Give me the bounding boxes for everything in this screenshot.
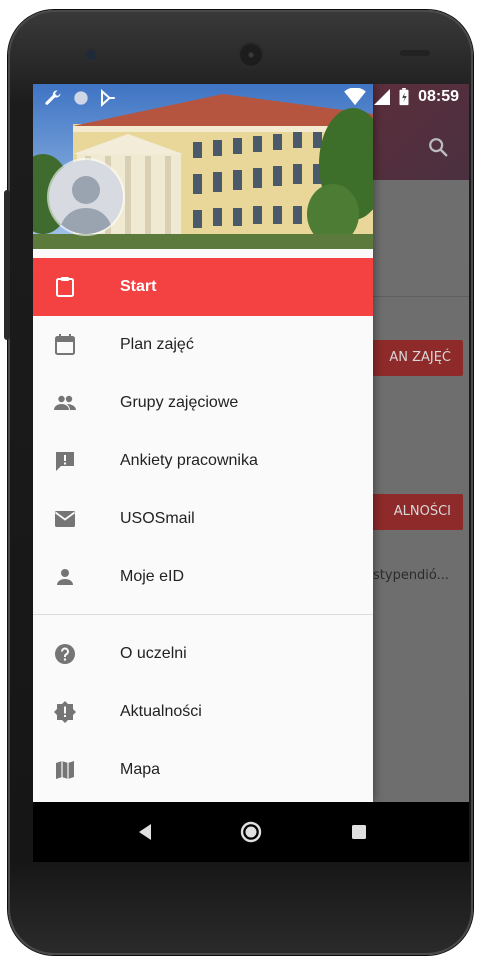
clock: 08:59	[418, 88, 459, 105]
clipboard-icon	[56, 277, 74, 297]
feedback-icon	[56, 452, 74, 471]
drawer-item-moje-eid[interactable]: Moje eID	[33, 548, 373, 606]
drawer-item-label: Mapa	[120, 761, 161, 778]
phone-frame: AN ZAJĘĆ ALNOŚCI stypendió... 08:59 Star…	[0, 0, 481, 963]
drawer-item-label: Moje eID	[120, 568, 185, 585]
circle-icon	[74, 91, 88, 105]
drawer-item-ankiety-pracownika[interactable]: Ankiety pracownika	[33, 432, 373, 490]
help-icon	[55, 644, 75, 664]
drawer-item-label: O uczelni	[120, 645, 187, 662]
drawer-item-usosmail[interactable]: USOSmail	[33, 490, 373, 548]
recents-icon[interactable]	[347, 820, 371, 844]
drawer-item-aktualnosci[interactable]: Aktualności	[33, 683, 373, 741]
drawer-item-label: Grupy zajęciowe	[120, 394, 239, 411]
calendar-icon	[55, 334, 75, 355]
drawer-item-grupy-zajeciowe[interactable]: Grupy zajęciowe	[33, 374, 373, 432]
drawer-item-label: Plan zajęć	[120, 336, 194, 353]
drawer-item-label: USOSmail	[120, 510, 195, 527]
drawer-item-label: Aktualności	[120, 703, 202, 720]
proximity-sensor	[400, 50, 430, 56]
drawer-item-start[interactable]: Start	[33, 258, 373, 316]
screen: AN ZAJĘĆ ALNOŚCI stypendió... 08:59 Star…	[33, 84, 469, 862]
drawer-item-label: Ankiety pracownika	[120, 452, 258, 469]
home-icon[interactable]	[239, 820, 263, 844]
system-navigation-bar	[33, 802, 469, 862]
drawer-item-plan-zajec[interactable]: Plan zajęć	[33, 316, 373, 374]
side-button	[4, 190, 10, 340]
avatar[interactable]	[49, 160, 123, 234]
map-icon	[56, 761, 74, 779]
front-camera	[86, 50, 96, 60]
wifi-icon	[344, 88, 366, 106]
drawer-divider	[33, 614, 373, 615]
back-icon[interactable]	[133, 820, 157, 844]
battery-icon	[399, 88, 409, 106]
announcement-icon	[54, 701, 76, 723]
person-icon	[57, 569, 73, 585]
download-icon	[101, 89, 115, 107]
search-icon[interactable]	[427, 136, 449, 158]
drawer-menu: Start Plan zajęć Grupy zajęciowe Ankiety…	[33, 258, 373, 799]
earpiece-speaker	[240, 44, 262, 66]
wrench-icon	[45, 90, 61, 105]
drawer-item-mapa[interactable]: Mapa	[33, 741, 373, 799]
drawer-item-label: Start	[120, 278, 157, 295]
mail-icon	[54, 511, 76, 527]
drawer-item-o-uczelni[interactable]: O uczelni	[33, 625, 373, 683]
person-silhouette-icon	[59, 176, 113, 234]
navigation-drawer: Start Plan zajęć Grupy zajęciowe Ankiety…	[33, 84, 373, 802]
people-icon	[54, 395, 76, 410]
background-text: stypendió...	[373, 568, 450, 583]
signal-icon	[374, 89, 391, 105]
status-bar: 08:59	[33, 84, 469, 112]
